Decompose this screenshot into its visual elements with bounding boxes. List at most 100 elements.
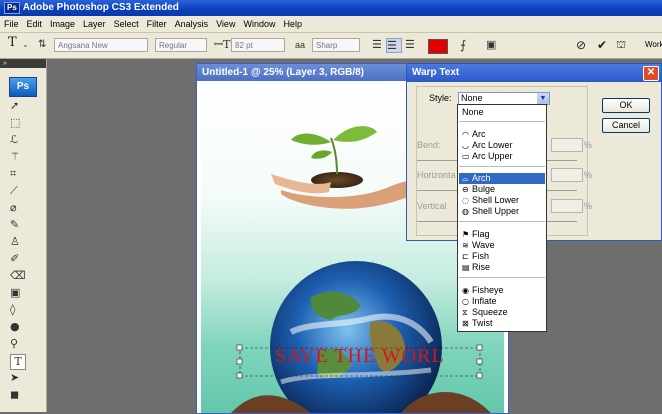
ps-logo: Ps xyxy=(9,77,37,97)
cancel-button[interactable]: Cancel xyxy=(602,118,650,133)
style-option-twist[interactable]: ⊠ Twist xyxy=(459,318,545,329)
text-orientation-icon[interactable]: ⇅ xyxy=(38,38,46,52)
flag-icon: ⚑ xyxy=(462,230,470,239)
menu-window[interactable]: Window xyxy=(239,16,279,32)
slice-tool-icon[interactable]: ⟋ xyxy=(10,184,32,198)
style-option-fish[interactable]: ⊏ Fish xyxy=(459,251,545,262)
style-option-rise[interactable]: ▤ Rise xyxy=(459,262,545,273)
font-style-select[interactable]: Regular xyxy=(155,38,207,52)
earth-globe-image xyxy=(231,261,491,413)
font-family-select[interactable]: Angsana New xyxy=(54,38,148,52)
blur-tool-icon[interactable]: ◊ xyxy=(10,303,32,317)
path-selection-tool-icon[interactable]: ➤ xyxy=(10,371,32,385)
magic-wand-tool-icon[interactable]: ⚚ xyxy=(10,150,32,164)
align-center-icon[interactable]: ☰ xyxy=(386,38,402,53)
close-icon[interactable]: ✕ xyxy=(643,66,659,81)
marquee-tool-icon[interactable]: ⬚ xyxy=(10,116,32,130)
horizontal-field[interactable] xyxy=(551,168,583,182)
menu-filter[interactable]: Filter xyxy=(143,16,171,32)
transform-handle[interactable] xyxy=(476,344,483,351)
options-bar: T ⌄ ⇅ Angsana New Regular ꟷT 82 pt aa Sh… xyxy=(0,33,662,59)
history-brush-tool-icon[interactable]: ✐ xyxy=(10,252,32,266)
gradient-tool-icon[interactable]: ▣ xyxy=(10,286,32,300)
bulge-icon: ⊖ xyxy=(462,185,469,194)
style-option-shell-lower[interactable]: ◌ Shell Lower xyxy=(459,195,545,206)
arc-icon: ◠ xyxy=(462,130,469,139)
style-option-arc-lower[interactable]: ◡ Arc Lower xyxy=(459,140,545,151)
style-option-inflate[interactable]: ○ Inflate xyxy=(459,296,545,307)
panel-collapse-icon[interactable]: » xyxy=(0,59,46,68)
transform-handle[interactable] xyxy=(476,358,483,365)
menu-help[interactable]: Help xyxy=(279,16,306,32)
font-size-icon: ꟷT xyxy=(214,38,231,51)
align-left-icon[interactable]: ☰ xyxy=(372,38,382,52)
style-option-arc-upper[interactable]: ▭ Arc Upper xyxy=(459,151,545,162)
menu-layer[interactable]: Layer xyxy=(79,16,110,32)
bridge-icon[interactable]: ⛫ xyxy=(616,38,626,52)
hands-with-seedling-image xyxy=(271,126,427,209)
style-option-arch[interactable]: ⌓ Arch xyxy=(459,173,545,184)
wave-icon: ≋ xyxy=(462,241,469,250)
style-option-shell-upper[interactable]: ◍ Shell Upper xyxy=(459,206,545,217)
tools-panel: » Ps ➚ ⬚ ℒ ⚚ ⌗ ⟋ ⌀ ✎ ♙ ✐ ⌫ ▣ ◊ ● ⚲ T ➤ ◼ xyxy=(0,59,47,412)
eraser-tool-icon[interactable]: ⌫ xyxy=(10,269,32,283)
style-dropdown-list: None ◠ Arc ◡ Arc Lower ▭ Arc Upper ⌓ Arch ⊖ B… xyxy=(457,104,547,332)
style-option-squeeze[interactable]: ⧖ Squeeze xyxy=(459,307,545,318)
pen-tool-icon[interactable]: ⚲ xyxy=(10,337,32,351)
style-option-bulge[interactable]: ⊖ Bulge xyxy=(459,184,545,195)
menu-select[interactable]: Select xyxy=(110,16,143,32)
text-tool-icon[interactable]: T xyxy=(10,354,26,370)
rise-icon: ▤ xyxy=(462,263,470,272)
commit-edits-icon[interactable]: ✔ xyxy=(597,38,607,52)
menu-image[interactable]: Image xyxy=(46,16,79,32)
brush-tool-icon[interactable]: ✎ xyxy=(10,218,32,232)
dodge-tool-icon[interactable]: ● xyxy=(10,320,32,334)
font-size-select[interactable]: 82 pt xyxy=(231,38,285,52)
style-option-none[interactable]: None xyxy=(459,107,545,118)
style-option-arc[interactable]: ◠ Arc xyxy=(459,129,545,140)
lasso-tool-icon[interactable]: ℒ xyxy=(10,133,32,147)
align-right-icon[interactable]: ☰ xyxy=(405,38,415,52)
healing-brush-tool-icon[interactable]: ⌀ xyxy=(10,201,32,215)
style-option-flag[interactable]: ⚑ Flag xyxy=(459,229,545,240)
fisheye-icon: ◉ xyxy=(462,286,469,295)
bend-field[interactable] xyxy=(551,138,583,152)
transform-handle[interactable] xyxy=(476,372,483,379)
move-tool-icon[interactable]: ➚ xyxy=(10,99,32,113)
style-option-wave[interactable]: ≋ Wave xyxy=(459,240,545,251)
menu-file[interactable]: File xyxy=(0,16,23,32)
horizontal-percent: % xyxy=(584,170,593,180)
workspace-label[interactable]: Work xyxy=(645,38,662,52)
crop-tool-icon[interactable]: ⌗ xyxy=(10,167,32,181)
tool-preset-chevron-icon[interactable]: ⌄ xyxy=(22,38,29,52)
clone-stamp-tool-icon[interactable]: ♙ xyxy=(10,235,32,249)
transform-handle[interactable] xyxy=(236,358,243,365)
warp-text-icon[interactable]: ⨍ xyxy=(460,38,466,52)
inflate-icon: ○ xyxy=(462,297,469,306)
app-logo-icon: Ps xyxy=(4,2,20,14)
twist-icon: ⊠ xyxy=(462,319,469,328)
cancel-edits-icon[interactable]: ⊘ xyxy=(576,38,586,52)
text-color-swatch[interactable] xyxy=(428,39,448,54)
fish-icon: ⊏ xyxy=(462,252,469,261)
transform-handle[interactable] xyxy=(236,344,243,351)
horizontal-label: Horizonta xyxy=(417,170,456,180)
arc-upper-icon: ▭ xyxy=(462,152,470,161)
style-option-fisheye[interactable]: ◉ Fisheye xyxy=(459,285,545,296)
character-panel-icon[interactable]: ▣ xyxy=(486,38,496,52)
transform-handle[interactable] xyxy=(236,372,243,379)
app-title: Adobe Photoshop CS3 Extended xyxy=(22,2,179,13)
arch-icon: ⌓ xyxy=(462,174,469,183)
menu-analysis[interactable]: Analysis xyxy=(171,16,213,32)
canvas-text-layer[interactable]: SAVE THE WORL xyxy=(275,345,445,368)
shape-tool-icon[interactable]: ◼ xyxy=(10,388,32,402)
anti-alias-select[interactable]: Sharp xyxy=(312,38,360,52)
ok-button[interactable]: OK xyxy=(602,98,650,113)
menu-view[interactable]: View xyxy=(212,16,239,32)
type-tool-icon[interactable]: T xyxy=(8,36,17,50)
style-label: Style: xyxy=(429,93,452,103)
chevron-down-icon[interactable]: ▼ xyxy=(537,93,549,104)
vertical-field[interactable] xyxy=(551,199,583,213)
menu-bar: File Edit Image Layer Select Filter Analysis Vi… xyxy=(0,16,662,33)
menu-edit[interactable]: Edit xyxy=(23,16,47,32)
